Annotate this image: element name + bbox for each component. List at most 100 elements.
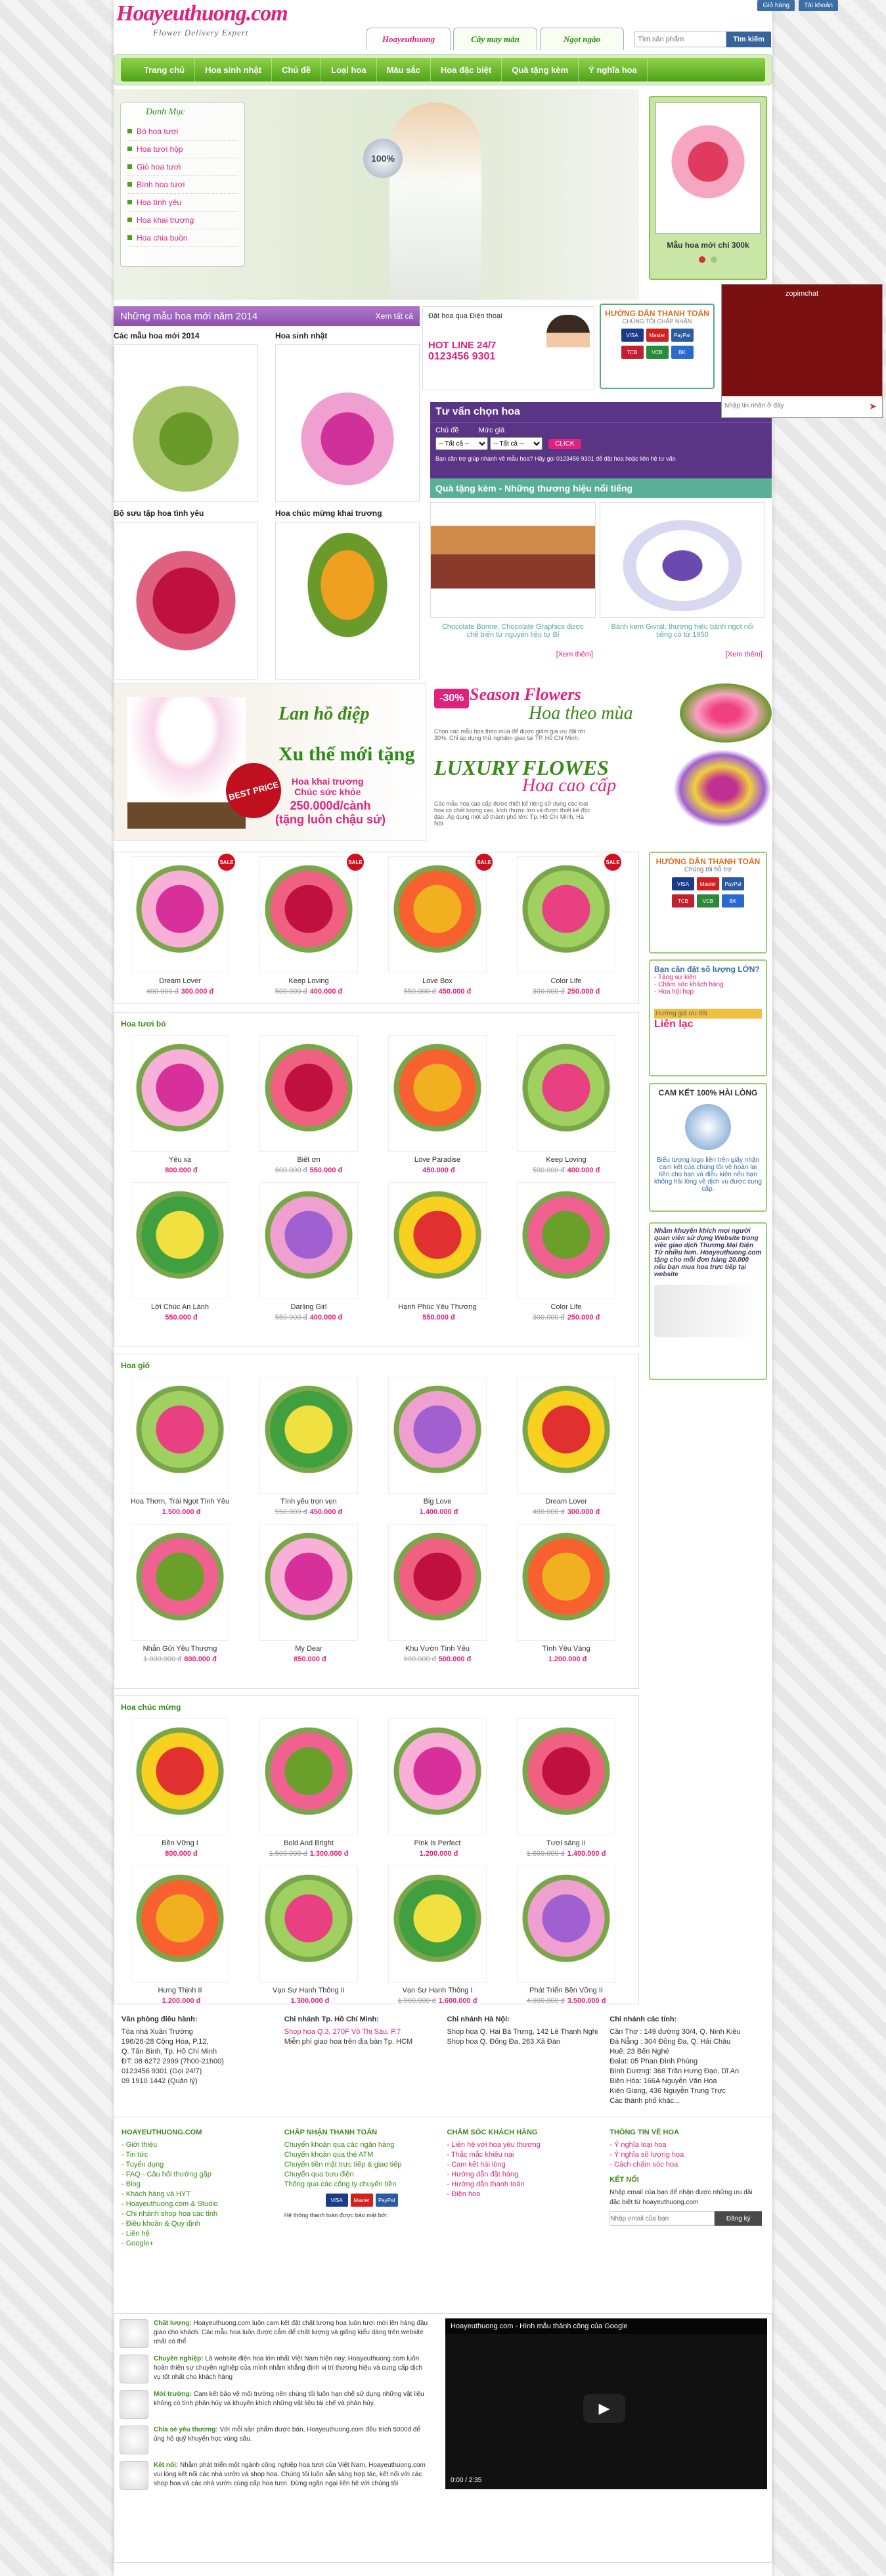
search-input[interactable]	[634, 32, 726, 47]
product-image[interactable]	[131, 1035, 229, 1152]
product-card[interactable]: SALE Color Life 300.000 đ 250.000 đ	[507, 854, 625, 996]
product-card[interactable]: Tình Yêu Vàng 1.200.000 đ	[507, 1524, 625, 1663]
tab-hoayeuthuong[interactable]: Hoayeuthuong	[366, 28, 451, 50]
footer-link[interactable]: - Liên hệ với hoa yêu thương	[447, 2140, 602, 2150]
footer-link[interactable]: - Điện hoa	[447, 2190, 602, 2199]
product-name[interactable]: Phát Triển Bền Vững II	[507, 1987, 625, 1994]
promo-slider[interactable]: Mẫu hoa mới chỉ 300k	[649, 96, 767, 280]
product-image[interactable]	[388, 1182, 487, 1299]
site-logo[interactable]: Hoayeuthuong.com	[116, 1, 288, 26]
product-name[interactable]: Love Paradise	[378, 1156, 497, 1164]
live-chat-widget[interactable]: zopimchat ➤	[721, 284, 883, 418]
footer-link[interactable]: - Tin tức	[122, 2150, 277, 2160]
send-icon[interactable]: ➤	[869, 401, 877, 412]
footer-link[interactable]: - Hướng dẫn thanh toán	[447, 2180, 602, 2190]
view-all-link[interactable]: Xem tất cả	[376, 311, 413, 321]
product-name[interactable]: Yêu xa	[121, 1156, 239, 1164]
product-card[interactable]: Phát Triển Bền Vững II 4.000.000 đ 3.500.0…	[507, 1866, 625, 2005]
footer-link[interactable]: - Ý nghĩa số lượng hoa	[609, 2150, 764, 2160]
product-name[interactable]: Love Box	[378, 977, 497, 985]
tab-cay-may-man[interactable]: Cây may mắn	[453, 28, 537, 50]
product-name[interactable]: Hưng Thịnh II	[121, 1987, 239, 1994]
tab-ngot-ngao[interactable]: Ngọt ngào	[540, 28, 624, 50]
product-image[interactable]	[388, 1866, 487, 1983]
product-name[interactable]: Vạn Sự Hanh Thông II	[250, 1987, 368, 1994]
product-image[interactable]	[131, 1524, 229, 1641]
product-card[interactable]: Tình yêu trọn vẹn 550.000 đ 450.000 đ	[250, 1377, 368, 1516]
footer-link[interactable]: - Giới thiệu	[122, 2140, 277, 2150]
product-card[interactable]: SALE Love Box 550.000 đ 450.000 đ	[378, 854, 497, 996]
nav-home[interactable]: Trang chủ	[134, 58, 196, 81]
play-icon[interactable]: ▶	[583, 2394, 625, 2423]
footer-link[interactable]: - Blog	[122, 2180, 277, 2190]
category-item[interactable]: Bó hoa tươi	[127, 123, 238, 141]
product-card[interactable]: Vạn Sự Hanh Thông I 1.900.000 đ 1.600.000 …	[378, 1866, 497, 2005]
product-card[interactable]: Nhắn Gửi Yêu Thương 1.000.000 đ 800.000 đ	[121, 1524, 239, 1663]
product-image[interactable]	[388, 1377, 487, 1494]
footer-link[interactable]: - Điều khoản & Quy định	[122, 2219, 277, 2229]
footer-link[interactable]: - Liên hệ	[122, 2229, 277, 2239]
footer-link[interactable]: - Thắc mắc khiếu nại	[447, 2150, 602, 2160]
product-card[interactable]: Bền Vững I 800.000 đ	[121, 1718, 239, 1858]
product-card[interactable]: Tươi sáng II 1.600.000 đ 1.400.000 đ	[507, 1718, 625, 1858]
product-name[interactable]: Darling Girl	[250, 1303, 368, 1311]
tile-opening[interactable]: Hoa chúc mừng khai trương	[275, 509, 420, 679]
advisor-click-button[interactable]: CLICK	[548, 438, 581, 449]
promo-image[interactable]	[655, 103, 761, 234]
category-item[interactable]: Hoa tươi hộp	[127, 141, 238, 158]
account-link[interactable]: Tài khoản	[799, 0, 838, 11]
footer-link[interactable]: Chuyển qua bưu điện	[284, 2170, 439, 2180]
topic-select[interactable]: -- Tất cả --	[435, 437, 488, 450]
product-card[interactable]: Pink Is Perfect 1.200.000 đ	[378, 1718, 497, 1858]
product-image[interactable]	[131, 1182, 229, 1299]
footer-link[interactable]: - Hướng dẫn đặt hàng	[447, 2170, 602, 2180]
payment-guide-box[interactable]: HƯỚNG DẪN THANH TOÁN CHÚNG TÔI CHẤP NHẬN…	[600, 304, 715, 389]
tile-birthday[interactable]: Hoa sinh nhật	[275, 331, 420, 502]
product-name[interactable]: Bền Vững I	[121, 1839, 239, 1847]
tile-image[interactable]	[275, 522, 420, 679]
product-image[interactable]	[259, 1718, 358, 1835]
chat-message-input[interactable]	[724, 398, 862, 413]
orchid-banner[interactable]: BEST PRICE Lan hồ điệp Xu thế mới tặng H…	[114, 683, 426, 841]
footer-link[interactable]: Chuyển khoản qua các ngân hàng	[284, 2140, 439, 2150]
nav-color[interactable]: Màu sắc	[377, 58, 431, 81]
nav-special[interactable]: Hoa đặc biệt	[431, 58, 502, 81]
gift-item-chocolate[interactable]: Chocolate Bonne, Chocolate Graphics được…	[430, 502, 596, 658]
slider-dot[interactable]	[711, 256, 717, 263]
product-card[interactable]: Vạn Sự Hanh Thông II 1.300.000 đ	[250, 1866, 368, 2005]
category-item[interactable]: Bình hoa tươi	[127, 176, 238, 194]
product-name[interactable]: Lời Chúc An Lành	[121, 1303, 239, 1311]
product-image[interactable]	[388, 1035, 487, 1152]
product-card[interactable]: Khu Vườn Tình Yêu 600.000 đ 500.000 đ	[378, 1524, 497, 1663]
nav-meaning[interactable]: Ý nghĩa hoa	[579, 58, 648, 81]
product-image[interactable]	[517, 1377, 615, 1494]
product-card[interactable]: Darling Girl 550.000 đ 400.000 đ	[250, 1182, 368, 1322]
footer-link[interactable]: - Khách hàng và HYT	[122, 2190, 277, 2199]
product-card[interactable]: Big Love 1.400.000 đ	[378, 1377, 497, 1516]
product-image[interactable]	[517, 856, 615, 973]
nav-birthday[interactable]: Hoa sinh nhật	[195, 58, 273, 81]
bulk-guide-link[interactable]: Hướng giá ưu đãi	[654, 1009, 762, 1019]
product-card[interactable]: Love Paradise 450.000 đ	[378, 1035, 497, 1174]
product-image[interactable]	[517, 1035, 615, 1152]
product-image[interactable]	[517, 1182, 615, 1299]
product-image[interactable]	[259, 1377, 358, 1494]
side-payment-box[interactable]: HƯỚNG DẪN THANH TOÁN Chúng tôi hỗ trợ VI…	[649, 852, 767, 954]
footer-link[interactable]: Chuyển khoản qua thẻ ATM	[284, 2150, 439, 2160]
product-card[interactable]: Biết ơn 600.000 đ 550.000 đ	[250, 1035, 368, 1174]
product-image[interactable]	[259, 1866, 358, 1983]
product-name[interactable]: Big Love	[378, 1498, 497, 1506]
search-button[interactable]: Tìm kiếm	[726, 32, 771, 47]
product-name[interactable]: Hạnh Phúc Yêu Thương	[378, 1303, 497, 1311]
product-name[interactable]: Pink Is Perfect	[378, 1839, 497, 1847]
newsletter-email-input[interactable]	[609, 2211, 715, 2226]
product-name[interactable]: Biết ơn	[250, 1156, 368, 1164]
tile-new-2014[interactable]: Các mẫu hoa mới 2014	[114, 331, 258, 502]
footer-link[interactable]: - Google+	[122, 2239, 277, 2249]
product-image[interactable]	[388, 856, 487, 973]
product-image[interactable]	[388, 1524, 487, 1641]
product-image[interactable]	[131, 1377, 229, 1494]
gift-image[interactable]	[430, 502, 596, 618]
video-player[interactable]: Hoayeuthuong.com - Hình mẫu thành công c…	[445, 2318, 767, 2489]
tile-image[interactable]	[114, 522, 258, 679]
